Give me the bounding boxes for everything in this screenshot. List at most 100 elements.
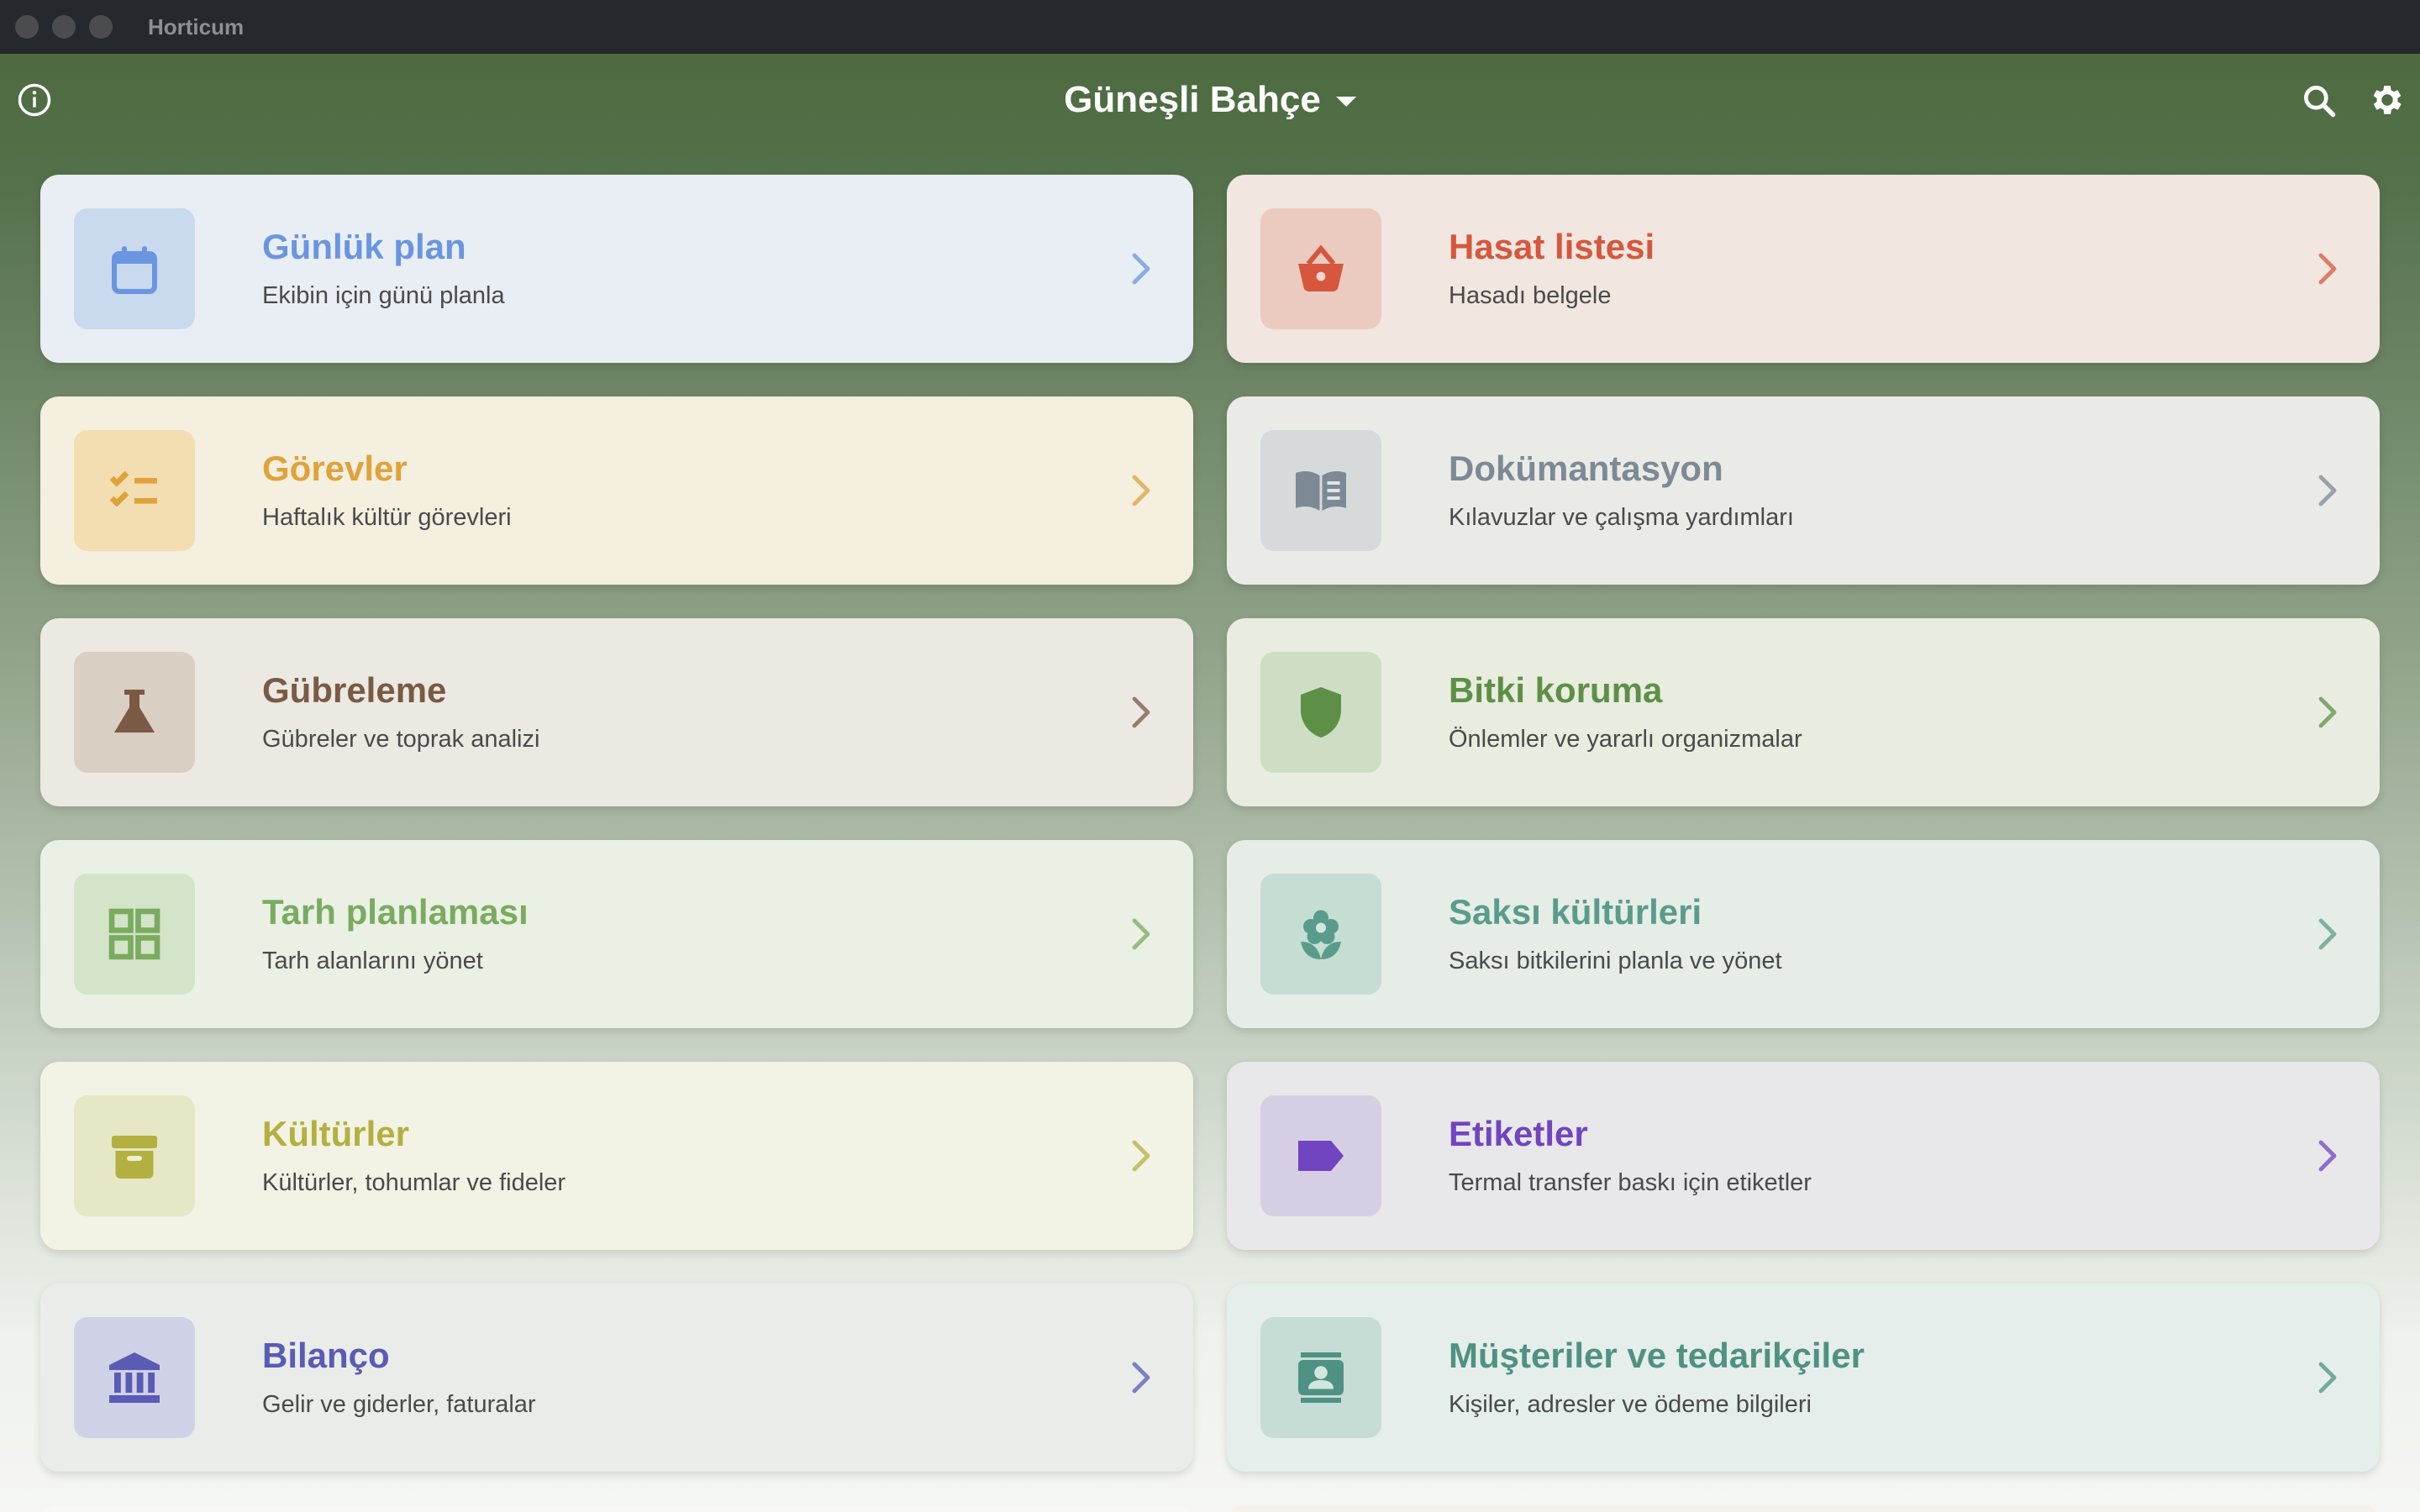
archive-icon bbox=[112, 1136, 157, 1179]
minimize-window-button[interactable] bbox=[52, 15, 76, 39]
main-content: Güneşli Bahçe Günlük plan Ekibin için gü… bbox=[0, 54, 2420, 1512]
chevron-right-icon bbox=[2318, 475, 2337, 507]
card-subtitle: Saksı bitkilerini planla ve yönet bbox=[1449, 947, 1782, 974]
feature-card[interactable]: Dokümantasyon Kılavuzlar ve çalışma yard… bbox=[1227, 396, 2380, 585]
title-bar: Horticum bbox=[0, 0, 2420, 54]
chevron-right-icon bbox=[2318, 1140, 2337, 1172]
card-subtitle: Kişiler, adresler ve ödeme bilgileri bbox=[1449, 1390, 1812, 1418]
card-subtitle: Gübreler ve toprak analizi bbox=[262, 725, 540, 753]
card-text: Gübreleme Gübreler ve toprak analizi bbox=[262, 671, 539, 753]
card-text: Saksı kültürleri Saksı bitkilerini planl… bbox=[1449, 893, 1782, 974]
feature-card[interactable]: Kültürler Kültürler, tohumlar ve fideler bbox=[40, 1062, 1193, 1250]
card-icon-box bbox=[74, 874, 195, 995]
card-subtitle: Ekibin için günü planla bbox=[262, 281, 505, 309]
card-title: Tarh planlaması bbox=[262, 892, 529, 932]
card-text: Bilanço Gelir ve giderler, faturalar bbox=[262, 1336, 536, 1418]
book-icon bbox=[1296, 471, 1346, 511]
card-subtitle: Önlemler ve yararlı organizmalar bbox=[1449, 725, 1802, 753]
card-title: Bitki koruma bbox=[1449, 670, 1663, 711]
next-card-peek-right bbox=[1227, 1505, 2380, 1512]
card-title: Gübreleme bbox=[262, 670, 447, 711]
top-bar: Güneşli Bahçe bbox=[0, 54, 2420, 148]
close-window-button[interactable] bbox=[15, 15, 39, 39]
chevron-right-icon bbox=[1132, 475, 1150, 507]
card-subtitle: Kılavuzlar ve çalışma yardımları bbox=[1449, 503, 1794, 531]
bank-icon bbox=[109, 1352, 160, 1403]
feature-grid: Günlük plan Ekibin için günü planla Hasa… bbox=[40, 175, 2380, 1472]
calendar-icon bbox=[112, 246, 157, 294]
card-title: Görevler bbox=[262, 449, 408, 489]
card-text: Günlük plan Ekibin için günü planla bbox=[262, 228, 505, 309]
card-icon-box bbox=[74, 430, 195, 551]
shield-icon bbox=[1301, 687, 1341, 738]
chevron-right-icon bbox=[1132, 1362, 1150, 1394]
gear-icon[interactable] bbox=[2368, 81, 2407, 119]
card-title: Kültürler bbox=[262, 1114, 410, 1154]
feature-card[interactable]: Saksı kültürleri Saksı bitkilerini planl… bbox=[1227, 840, 2380, 1028]
card-title: Hasat listesi bbox=[1449, 227, 1655, 267]
chevron-right-icon bbox=[2318, 253, 2337, 285]
card-text: Tarh planlaması Tarh alanlarını yönet bbox=[262, 893, 529, 974]
card-icon-box bbox=[1260, 1095, 1381, 1216]
checklist-icon bbox=[109, 470, 157, 507]
card-text: Müşteriler ve tedarikçiler Kişiler, adre… bbox=[1449, 1336, 1865, 1418]
feature-card[interactable]: Tarh planlaması Tarh alanlarını yönet bbox=[40, 840, 1193, 1028]
chevron-down-icon bbox=[1335, 97, 1356, 107]
feature-card[interactable]: Günlük plan Ekibin için günü planla bbox=[40, 175, 1193, 363]
label-icon bbox=[1298, 1141, 1344, 1171]
card-title: Etiketler bbox=[1449, 1114, 1588, 1154]
card-icon-box bbox=[1260, 208, 1381, 329]
feature-card[interactable]: Hasat listesi Hasadı belgele bbox=[1227, 175, 2380, 363]
card-subtitle: Kültürler, tohumlar ve fideler bbox=[262, 1168, 566, 1196]
card-icon-box bbox=[1260, 430, 1381, 551]
feature-card[interactable]: Bilanço Gelir ve giderler, faturalar bbox=[40, 1284, 1193, 1472]
window-controls bbox=[15, 15, 113, 39]
card-text: Etiketler Termal transfer baskı için eti… bbox=[1449, 1115, 1812, 1196]
card-title: Saksı kültürleri bbox=[1449, 892, 1702, 932]
contact-icon bbox=[1298, 1352, 1344, 1403]
chevron-right-icon bbox=[2318, 1362, 2337, 1394]
card-icon-box bbox=[74, 1095, 195, 1216]
card-icon-box bbox=[74, 652, 195, 773]
next-card-peek-left bbox=[40, 1505, 1193, 1512]
feature-card[interactable]: Bitki koruma Önlemler ve yararlı organiz… bbox=[1227, 618, 2380, 806]
card-subtitle: Haftalık kültür görevleri bbox=[262, 503, 512, 531]
card-title: Bilanço bbox=[262, 1336, 390, 1376]
card-subtitle: Gelir ve giderler, faturalar bbox=[262, 1390, 536, 1418]
chevron-right-icon bbox=[1132, 253, 1150, 285]
chevron-right-icon bbox=[1132, 1140, 1150, 1172]
garden-name: Güneşli Bahçe bbox=[1064, 79, 1321, 120]
maximize-window-button[interactable] bbox=[89, 15, 113, 39]
card-text: Bitki koruma Önlemler ve yararlı organiz… bbox=[1449, 671, 1802, 753]
card-icon-box bbox=[74, 208, 195, 329]
card-title: Günlük plan bbox=[262, 227, 466, 267]
card-icon-box bbox=[1260, 652, 1381, 773]
flower-icon bbox=[1301, 910, 1341, 959]
chevron-right-icon bbox=[1132, 918, 1150, 950]
card-text: Kültürler Kültürler, tohumlar ve fideler bbox=[262, 1115, 566, 1196]
card-title: Müşteriler ve tedarikçiler bbox=[1449, 1336, 1865, 1376]
card-icon-box bbox=[74, 1317, 195, 1438]
feature-card[interactable]: Etiketler Termal transfer baskı için eti… bbox=[1227, 1062, 2380, 1250]
chevron-right-icon bbox=[1132, 696, 1150, 728]
chevron-right-icon bbox=[2318, 696, 2337, 728]
info-icon[interactable] bbox=[17, 82, 52, 118]
card-subtitle: Tarh alanlarını yönet bbox=[262, 947, 483, 974]
search-icon[interactable] bbox=[2301, 82, 2338, 119]
feature-card[interactable]: Gübreleme Gübreler ve toprak analizi bbox=[40, 618, 1193, 806]
card-subtitle: Hasadı belgele bbox=[1449, 281, 1612, 309]
card-text: Hasat listesi Hasadı belgele bbox=[1449, 228, 1655, 309]
card-text: Dokümantasyon Kılavuzlar ve çalışma yard… bbox=[1449, 449, 1794, 531]
garden-selector[interactable]: Güneşli Bahçe bbox=[1064, 79, 1356, 121]
card-icon-box bbox=[1260, 874, 1381, 995]
feature-card[interactable]: Görevler Haftalık kültür görevleri bbox=[40, 396, 1193, 585]
card-title: Dokümantasyon bbox=[1449, 449, 1723, 489]
app-window: Horticum Güneşli Bahçe Günlük plan Ekibi… bbox=[0, 0, 2420, 1512]
feature-card[interactable]: Müşteriler ve tedarikçiler Kişiler, adre… bbox=[1227, 1284, 2380, 1472]
card-subtitle: Termal transfer baskı için etiketler bbox=[1449, 1168, 1812, 1196]
card-text: Görevler Haftalık kültür görevleri bbox=[262, 449, 512, 531]
flask-icon bbox=[114, 690, 155, 732]
grid-icon bbox=[108, 908, 160, 960]
basket-icon bbox=[1298, 244, 1344, 292]
window-title: Horticum bbox=[148, 13, 245, 39]
